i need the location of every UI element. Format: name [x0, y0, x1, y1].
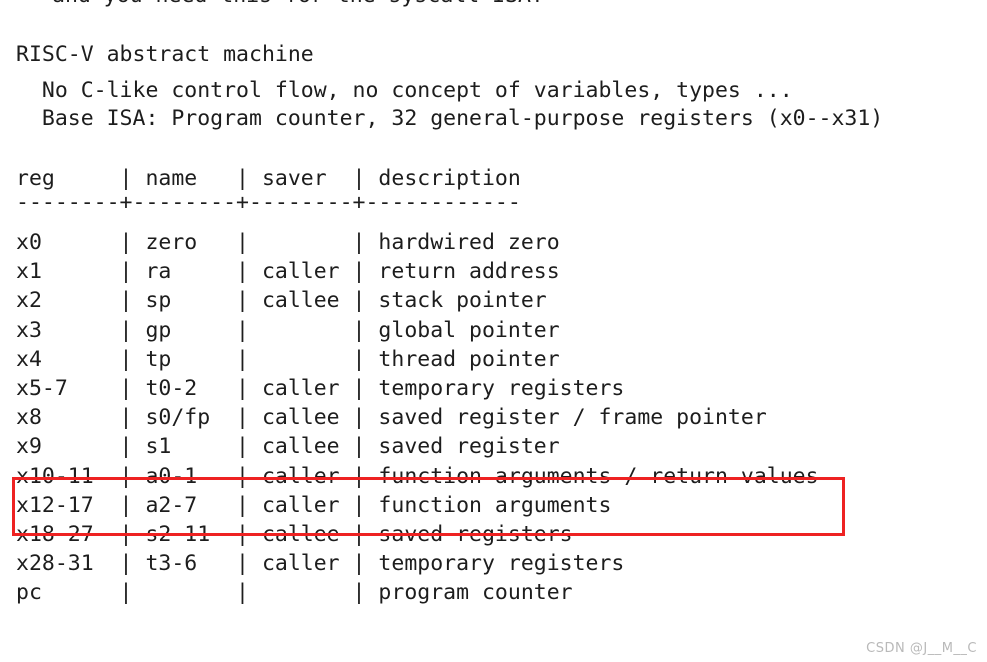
table-row: x28-31 | t3-6 | caller | temporary regis… — [16, 551, 625, 577]
table-row: x3 | gp | | global pointer — [16, 317, 560, 343]
table-row: pc | | | program counter — [16, 580, 573, 606]
page-title: RISC-V abstract machine — [16, 42, 314, 67]
slide-canvas: and you need this for the syscall ISA! R… — [0, 0, 987, 662]
watermark: CSDN @J__M__C — [866, 641, 977, 656]
table-row: x8 | s0/fp | callee | saved register / f… — [16, 405, 767, 431]
table-row: x5-7 | t0-2 | caller | temporary registe… — [16, 376, 625, 401]
clipped-top-line: and you need this for the syscall ISA! — [52, 0, 544, 10]
heading-bullet-1: No C-like control flow, no concept of va… — [16, 78, 793, 103]
table-row: x4 | tp | | thread pointer — [16, 346, 560, 372]
table-row: x2 | sp | callee | stack pointer — [16, 288, 547, 314]
table-row: x9 | s1 | callee | saved register — [16, 434, 560, 460]
table-row: x12-17 | a2-7 | caller | function argume… — [16, 492, 612, 518]
heading-bullet-2: Base ISA: Program counter, 32 general-pu… — [16, 106, 884, 131]
table-row: x0 | zero | | hardwired zero — [16, 230, 560, 255]
table-row: x10-11 | a0-1 | caller | function argume… — [16, 463, 819, 489]
table-row: x18-27 | s2-11 | callee | saved register… — [16, 522, 573, 547]
table-row: x1 | ra | caller | return address — [16, 259, 560, 285]
table-separator: --------+--------+--------+------------ — [16, 190, 521, 215]
